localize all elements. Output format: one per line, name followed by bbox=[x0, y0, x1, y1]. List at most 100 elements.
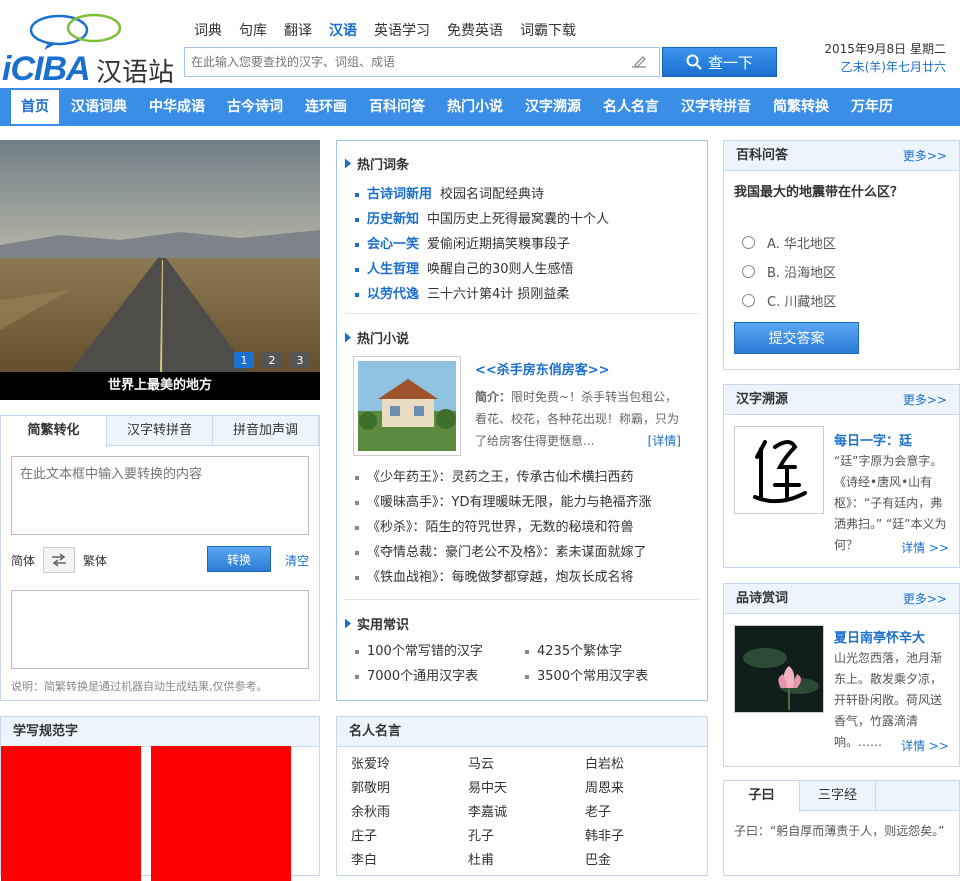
list-item[interactable]: 人生哲理 唤醒自己的30则人生感悟 bbox=[355, 257, 609, 282]
list-item[interactable]: 3500个常用汉字表 bbox=[525, 664, 695, 689]
poem-subtitle[interactable]: 夏日南亭怀辛大 bbox=[834, 627, 925, 646]
topnav-download[interactable]: 词霸下载 bbox=[520, 20, 576, 40]
novel-cover[interactable] bbox=[353, 356, 461, 456]
list-item[interactable]: 古诗词新用 校园名词配经典诗 bbox=[355, 182, 609, 207]
term-text[interactable]: 校园名词配经典诗 bbox=[440, 187, 544, 202]
novel-cover-image[interactable] bbox=[358, 361, 456, 451]
nav-idioms[interactable]: 中华成语 bbox=[139, 90, 215, 124]
carousel[interactable]: 1 2 3 世界上最美的地方 bbox=[0, 140, 320, 400]
nav-home[interactable]: 首页 bbox=[11, 90, 59, 124]
nav-comics[interactable]: 连环画 bbox=[295, 90, 357, 124]
list-item[interactable]: 《暖昧高手》：YD有理暖昧无限，能力与艳福齐涨 bbox=[355, 490, 651, 515]
quote-author[interactable]: 张爱玲 bbox=[351, 753, 468, 777]
list-item[interactable]: 历史新知 中国历史上死得最窝囊的十个人 bbox=[355, 207, 609, 232]
term-tag[interactable]: 人生哲理 bbox=[367, 262, 419, 277]
quote-author[interactable]: 白岩松 bbox=[585, 753, 702, 777]
qa-option-b[interactable]: B. 沿海地区 bbox=[742, 262, 836, 281]
term-text[interactable]: 爱偷闲近期搞笑糗事段子 bbox=[427, 237, 570, 252]
term-tag[interactable]: 历史新知 bbox=[367, 212, 419, 227]
origin-subtitle[interactable]: 每日一字：廷 bbox=[834, 430, 912, 449]
nav-novels[interactable]: 热门小说 bbox=[437, 90, 513, 124]
tab-pinyin-tone[interactable]: 拼音加声调 bbox=[213, 416, 319, 445]
clear-link[interactable]: 清空 bbox=[285, 552, 309, 569]
handwriting-icon[interactable] bbox=[631, 56, 647, 68]
writing-grid-right[interactable] bbox=[151, 746, 291, 881]
list-item[interactable]: 会心一笑 爱偷闲近期搞笑糗事段子 bbox=[355, 232, 609, 257]
list-item[interactable]: 《夺情总裁：豪门老公不及格》：素未谋面就嫁了 bbox=[355, 540, 651, 565]
nav-origin[interactable]: 汉字溯源 bbox=[515, 90, 591, 124]
quote-author[interactable]: 庄子 bbox=[351, 825, 468, 849]
quote-author[interactable]: 孔子 bbox=[468, 825, 585, 849]
submit-answer-button[interactable]: 提交答案 bbox=[734, 322, 859, 354]
qa-more-link[interactable]: 更多>> bbox=[903, 141, 947, 171]
quote-author[interactable]: 李白 bbox=[351, 849, 468, 873]
quote-author[interactable]: 余秋雨 bbox=[351, 801, 468, 825]
tab-sanzijing[interactable]: 三字经 bbox=[800, 781, 876, 810]
site-logo[interactable]: iCIBA 汉语站 bbox=[2, 8, 178, 88]
quote-author[interactable]: 郭敬明 bbox=[351, 777, 468, 801]
list-item[interactable]: 《秒杀》：陌生的符咒世界，无数的秘境和符兽 bbox=[355, 515, 651, 540]
list-item[interactable]: 100个常写错的汉字 bbox=[355, 639, 525, 664]
quote-author[interactable]: 杜甫 bbox=[468, 849, 585, 873]
carousel-dot-2[interactable]: 2 bbox=[262, 352, 282, 368]
converter-controls: 简体 繁体 转换 清空 bbox=[11, 546, 311, 574]
list-item[interactable]: 《铁血战袍》：每晚做梦都穿越，炮灰长成名将 bbox=[355, 565, 651, 590]
nav-calendar[interactable]: 万年历 bbox=[841, 90, 903, 124]
nav-pinyin[interactable]: 汉字转拼音 bbox=[671, 90, 761, 124]
topnav-english[interactable]: 英语学习 bbox=[374, 20, 430, 40]
term-tag[interactable]: 以劳代逸 bbox=[367, 287, 419, 302]
topnav-fanyi[interactable]: 翻译 bbox=[284, 20, 312, 40]
quote-author[interactable]: 易中天 bbox=[468, 777, 585, 801]
topnav-hanyu[interactable]: 汉语 bbox=[329, 20, 357, 40]
novel-title[interactable]: <<杀手房东俏房客>> bbox=[475, 360, 689, 382]
list-item[interactable]: 4235个繁体字 bbox=[525, 639, 695, 664]
term-text[interactable]: 中国历史上死得最窝囊的十个人 bbox=[427, 212, 609, 227]
nav-poetry[interactable]: 古今诗词 bbox=[217, 90, 293, 124]
list-item[interactable]: 7000个通用汉字表 bbox=[355, 664, 525, 689]
nav-quotes[interactable]: 名人名言 bbox=[593, 90, 669, 124]
topnav-juku[interactable]: 句库 bbox=[239, 20, 267, 40]
swap-icon bbox=[52, 553, 67, 567]
term-text[interactable]: 三十六计第4计 损刚益柔 bbox=[427, 287, 569, 302]
nav-convert[interactable]: 简繁转换 bbox=[763, 90, 839, 124]
carousel-caption[interactable]: 世界上最美的地方 bbox=[0, 372, 320, 400]
tab-ziyue[interactable]: 子曰 bbox=[724, 781, 800, 812]
topnav-free-english[interactable]: 免费英语 bbox=[447, 20, 503, 40]
date-lunar[interactable]: 乙未(羊)年七月廿六 bbox=[824, 58, 946, 76]
search-input[interactable] bbox=[185, 48, 615, 76]
quote-author[interactable]: 周恩来 bbox=[585, 777, 702, 801]
convert-button[interactable]: 转换 bbox=[207, 546, 271, 572]
term-text[interactable]: 唤醒自己的30则人生感悟 bbox=[427, 262, 574, 277]
radio-icon[interactable] bbox=[742, 265, 755, 278]
quote-author[interactable]: 李嘉诚 bbox=[468, 801, 585, 825]
quote-author[interactable]: 老子 bbox=[585, 801, 702, 825]
list-item[interactable]: 以劳代逸 三十六计第4计 损刚益柔 bbox=[355, 282, 609, 307]
swap-button[interactable] bbox=[43, 547, 76, 573]
origin-detail-link[interactable]: 详情 >> bbox=[901, 539, 949, 556]
list-item[interactable]: 《少年药王》：灵药之王，传承古仙术横扫西药 bbox=[355, 465, 651, 490]
tab-simplified-traditional[interactable]: 简繁转化 bbox=[1, 416, 107, 447]
carousel-dot-3[interactable]: 3 bbox=[290, 352, 310, 368]
term-tag[interactable]: 古诗词新用 bbox=[367, 187, 432, 202]
writing-grid-left[interactable] bbox=[1, 746, 141, 881]
tab-hanzi-pinyin[interactable]: 汉字转拼音 bbox=[107, 416, 213, 445]
radio-icon[interactable] bbox=[742, 294, 755, 307]
poem-detail-link[interactable]: 详情 >> bbox=[901, 737, 949, 754]
radio-icon[interactable] bbox=[742, 236, 755, 249]
qa-option-a[interactable]: A. 华北地区 bbox=[742, 233, 836, 252]
term-tag[interactable]: 会心一笑 bbox=[367, 237, 419, 252]
quote-author[interactable]: 韩非子 bbox=[585, 825, 702, 849]
origin-more-link[interactable]: 更多>> bbox=[903, 385, 947, 415]
nav-qa[interactable]: 百科问答 bbox=[359, 90, 435, 124]
quote-author[interactable]: 巴金 bbox=[585, 849, 702, 873]
quote-author[interactable]: 马云 bbox=[468, 753, 585, 777]
converter-input[interactable] bbox=[11, 456, 309, 535]
topnav-cidian[interactable]: 词典 bbox=[194, 20, 222, 40]
search-button[interactable]: 查一下 bbox=[662, 47, 777, 77]
nav-dictionary[interactable]: 汉语词典 bbox=[61, 90, 137, 124]
novel-detail-link[interactable]: [详情] bbox=[648, 430, 681, 452]
converter-output[interactable] bbox=[11, 590, 309, 669]
carousel-dot-1[interactable]: 1 bbox=[234, 352, 254, 368]
poem-more-link[interactable]: 更多>> bbox=[903, 584, 947, 614]
qa-option-c[interactable]: C. 川藏地区 bbox=[742, 291, 836, 310]
